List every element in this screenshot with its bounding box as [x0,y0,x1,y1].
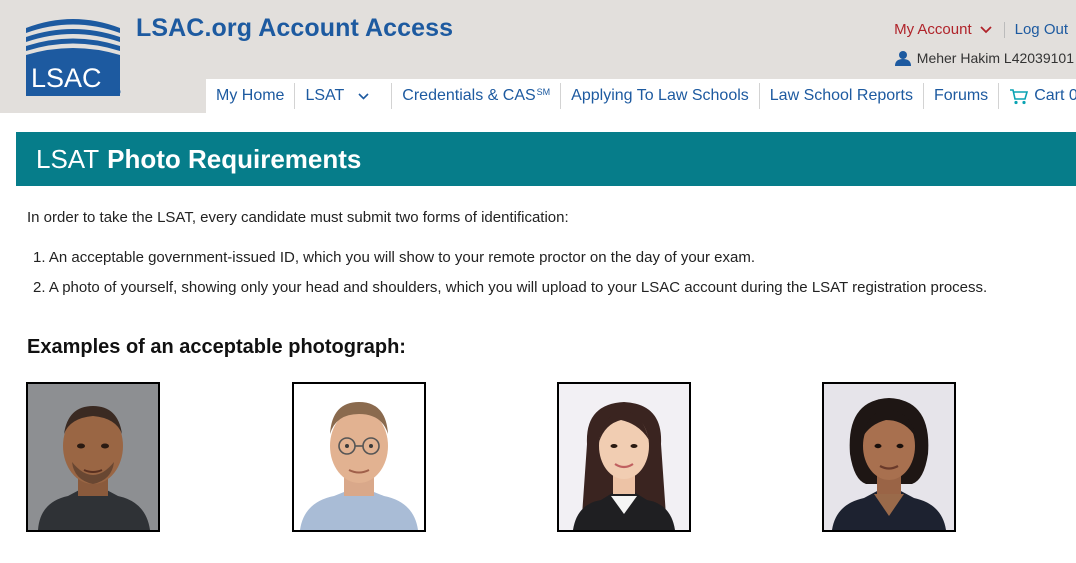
example-photo [26,382,160,532]
page-title-light: LSAT [36,143,100,174]
page-title-bold: Photo Requirements [107,143,362,174]
nav-item-lsat[interactable]: LSAT [295,83,393,109]
nav-item-label: Applying To Law Schools [571,87,749,104]
requirements-list: 1. An acceptable government-issued ID, w… [33,249,987,309]
log-out-link[interactable]: Log Out [1015,21,1068,38]
user-name: Meher Hakim L42039101 [916,50,1074,66]
nav-item-label: LSAT [305,87,345,104]
example-photo [292,382,426,532]
example-photo [557,382,691,532]
site-title: LSAC.org Account Access [136,14,454,42]
nav-item-cart[interactable]: Cart 0 [999,83,1076,109]
service-mark: SM [536,87,551,97]
nav-item-credentials[interactable]: Credentials & CAS SM [392,83,562,109]
header-bar: LSAC ® LSAC.org Account Access My Accoun… [0,0,1076,113]
list-item: 1. An acceptable government-issued ID, w… [33,249,756,266]
cart-icon [1009,88,1029,105]
example-photo [822,382,956,532]
my-account-label: My Account [894,21,972,38]
nav-item-applying[interactable]: Applying To Law Schools [561,83,760,109]
my-account-menu[interactable]: My Account [894,21,972,38]
lsac-logo[interactable]: LSAC [24,16,122,98]
nav-item-reports[interactable]: Law School Reports [760,83,924,109]
account-links: My Account Log Out [894,21,1068,38]
main-nav: My Home LSAT Credentials & CAS SM Applyin… [206,79,1076,113]
nav-item-forums[interactable]: Forums [924,83,1000,109]
nav-item-label: Cart 0 [1034,87,1076,104]
user-info: Meher Hakim L42039101 [894,50,1074,66]
nav-item-label: Law School Reports [769,87,913,104]
user-icon [894,50,912,66]
nav-item-my-home[interactable]: My Home [206,83,296,109]
list-item: 2. A photo of yourself, showing only you… [33,279,988,296]
chevron-down-icon [358,92,369,100]
logo-text: LSAC [31,63,102,93]
nav-item-label: Credentials & CAS [402,87,536,104]
nav-item-label: Forums [933,87,989,104]
registered-mark: ® [114,87,121,97]
chevron-down-icon[interactable] [979,25,992,34]
page-title-banner: LSAT Photo Requirements [16,132,1076,186]
nav-item-label: My Home [216,87,285,104]
examples-heading: Examples of an acceptable photograph: [27,336,406,358]
intro-text: In order to take the LSAT, every candida… [27,209,569,226]
divider [1003,21,1005,38]
